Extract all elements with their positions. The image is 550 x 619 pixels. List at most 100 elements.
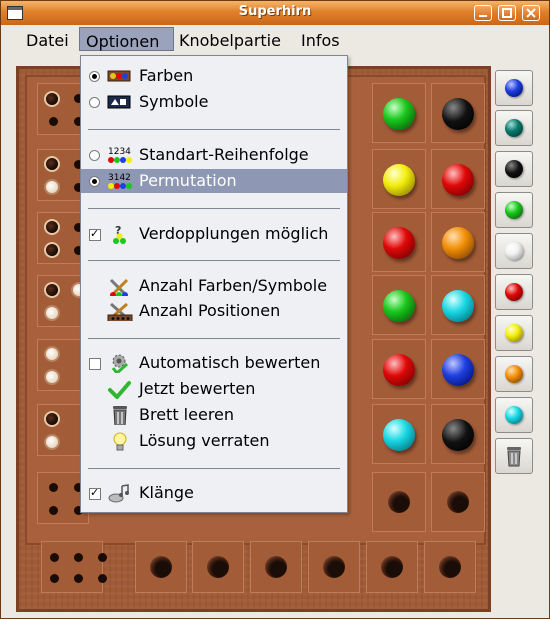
- menu-label-farben: Farben: [139, 66, 194, 85]
- score-peg-black: [44, 411, 60, 427]
- ball-green: [383, 290, 415, 322]
- maximize-button[interactable]: [498, 5, 516, 21]
- palette-trash[interactable]: [495, 438, 533, 474]
- menu-item-loesung[interactable]: Lösung verraten: [81, 429, 347, 453]
- menu-item-brett-leeren[interactable]: Brett leeren: [81, 403, 347, 427]
- menu-separator: [88, 208, 340, 209]
- guess-slot[interactable]: [431, 149, 485, 209]
- score-hole: [49, 117, 58, 126]
- palette-yellow[interactable]: [495, 315, 533, 351]
- radio-permutation[interactable]: [89, 176, 100, 187]
- radio-farben[interactable]: [89, 71, 100, 82]
- solution-score-cell: [41, 541, 107, 593]
- guess-slot[interactable]: [372, 339, 426, 399]
- palette-orange[interactable]: [495, 356, 533, 392]
- score-peg-black: [44, 282, 60, 298]
- guess-slot[interactable]: [372, 149, 426, 209]
- checkbox-auto-bewerten[interactable]: [89, 358, 101, 370]
- palette-red[interactable]: [495, 274, 533, 310]
- menu-bar: Datei Optionen Knobelpartie Infos: [1, 25, 549, 55]
- score-peg-white: [44, 346, 60, 362]
- score-peg-white: [44, 434, 60, 450]
- menu-separator: [88, 129, 340, 130]
- ball-red: [383, 227, 415, 259]
- guess-slot[interactable]: [431, 404, 485, 464]
- score-hole: [50, 553, 59, 562]
- ball-teal-icon: [505, 119, 523, 137]
- guess-slot[interactable]: [372, 212, 426, 272]
- menu-item-symbole[interactable]: Symbole: [81, 90, 347, 114]
- minimize-button[interactable]: [474, 5, 492, 21]
- ball-red: [383, 354, 415, 386]
- svg-text:3142: 3142: [108, 173, 131, 183]
- palette-blue[interactable]: [495, 70, 533, 106]
- menu-item-standart[interactable]: 1234 Standart-Reihenfolge: [81, 143, 347, 167]
- trash-icon: [507, 447, 521, 467]
- auto-rate-icon: [111, 354, 129, 373]
- ball-black-icon: [505, 160, 523, 178]
- empty-hole: [381, 556, 403, 578]
- menu-item-klaenge[interactable]: Klänge: [81, 481, 347, 505]
- menu-label-jetzt-bewerten: Jetzt bewerten: [139, 379, 256, 398]
- empty-hole: [439, 556, 461, 578]
- menu-datei[interactable]: Datei: [26, 31, 69, 50]
- window-title: Superhirn: [238, 4, 312, 19]
- sound-icon: [108, 484, 129, 503]
- score-hole: [98, 574, 107, 583]
- ball-red-icon: [505, 283, 523, 301]
- menu-item-anzahl-farben[interactable]: Anzahl Farben/Symbole: [81, 274, 347, 298]
- close-button[interactable]: [522, 5, 540, 21]
- radio-standart[interactable]: [89, 150, 100, 161]
- standard-order-icon: 1234: [108, 147, 132, 163]
- lightbulb-icon: [113, 432, 127, 451]
- checkbox-klaenge[interactable]: [89, 486, 101, 500]
- menu-item-farben[interactable]: Farben: [81, 64, 347, 88]
- score-hole: [50, 574, 59, 583]
- guess-slot[interactable]: [431, 472, 485, 532]
- palette-cyan[interactable]: [495, 397, 533, 433]
- menu-label-brett-leeren: Brett leeren: [139, 405, 235, 424]
- menu-label-verdopplungen: Verdopplungen möglich: [139, 224, 329, 243]
- menu-optionen[interactable]: Optionen: [79, 27, 174, 51]
- menu-item-permutation[interactable]: 3142 Permutation: [81, 169, 347, 193]
- ball-yellow-icon: [505, 324, 523, 342]
- empty-hole: [265, 556, 287, 578]
- color-pegs-icon: [107, 70, 131, 82]
- menu-item-auto-bewerten[interactable]: Automatisch bewerten: [81, 351, 347, 375]
- menu-separator: [88, 260, 340, 261]
- minimize-icon: [479, 15, 487, 17]
- guess-slot[interactable]: [431, 212, 485, 272]
- palette-black[interactable]: [495, 151, 533, 187]
- solution-slot: [308, 541, 360, 593]
- ball-yellow: [383, 164, 415, 196]
- guess-slot[interactable]: [431, 83, 485, 143]
- guess-slot[interactable]: [372, 472, 426, 532]
- score-peg-white: [44, 369, 60, 385]
- guess-slot[interactable]: [431, 275, 485, 335]
- menu-infos[interactable]: Infos: [301, 31, 340, 50]
- ball-black: [442, 98, 474, 130]
- menu-label-standart: Standart-Reihenfolge: [139, 145, 309, 164]
- menu-item-verdopplungen[interactable]: ? Verdopplungen möglich: [81, 222, 347, 246]
- menu-item-anzahl-positionen[interactable]: Anzahl Positionen: [81, 299, 347, 323]
- empty-hole: [150, 556, 172, 578]
- menu-item-jetzt-bewerten[interactable]: Jetzt bewerten: [81, 377, 347, 401]
- checkbox-verdopplungen[interactable]: [89, 227, 101, 241]
- guess-slot[interactable]: [372, 83, 426, 143]
- guess-slot[interactable]: [372, 404, 426, 464]
- duplicates-icon: ?: [113, 224, 126, 244]
- app-window: Superhirn Datei Optionen Knobelpartie In…: [0, 0, 550, 619]
- guess-slot[interactable]: [372, 275, 426, 335]
- menu-label-klaenge: Klänge: [139, 483, 194, 502]
- score-hole: [98, 553, 107, 562]
- tools-icon: [109, 278, 129, 296]
- palette-teal[interactable]: [495, 110, 533, 146]
- ball-blue: [442, 354, 474, 386]
- menu-knobelpartie[interactable]: Knobelpartie: [179, 31, 281, 50]
- palette-green[interactable]: [495, 192, 533, 228]
- score-hole: [74, 553, 83, 562]
- guess-slot[interactable]: [431, 339, 485, 399]
- palette-white[interactable]: [495, 233, 533, 269]
- menu-label-auto-bewerten: Automatisch bewerten: [139, 353, 321, 372]
- radio-symbole[interactable]: [89, 97, 100, 108]
